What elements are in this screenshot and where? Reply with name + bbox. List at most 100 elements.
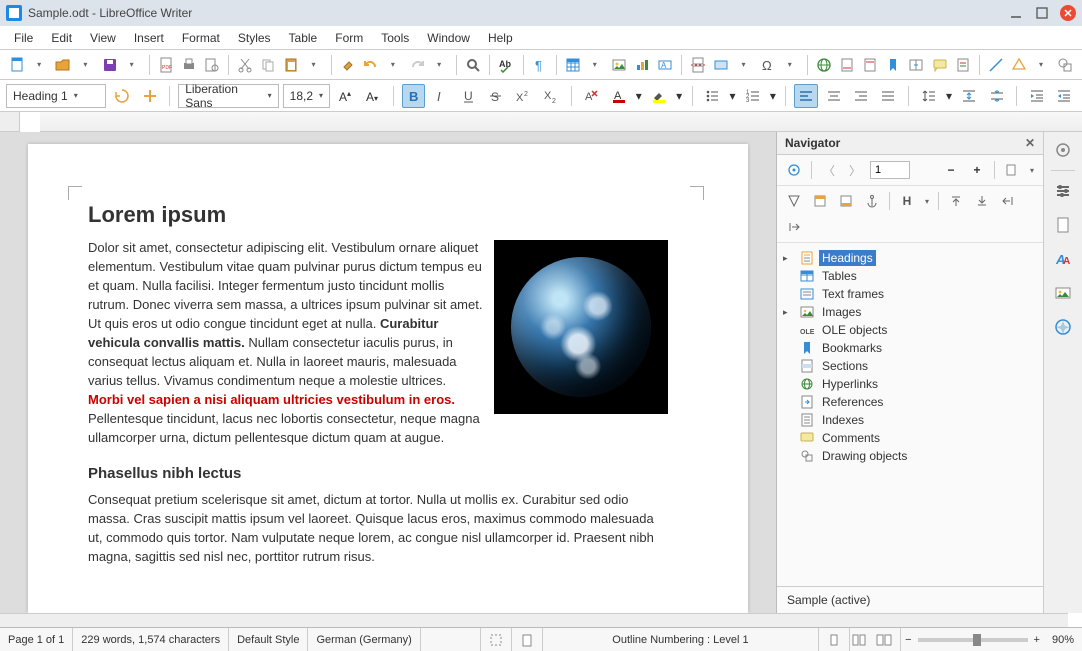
status-insert-mode[interactable]: [421, 628, 481, 651]
font-color-dropdown[interactable]: ▾: [634, 84, 643, 108]
nav-promote-level-button[interactable]: [997, 190, 1019, 212]
insert-comment-button[interactable]: [929, 53, 951, 77]
nav-item-text-frames[interactable]: Text frames: [781, 285, 1039, 303]
highlight-dropdown[interactable]: ▾: [675, 84, 684, 108]
nav-move-up-button[interactable]: [945, 190, 967, 212]
save-dropdown[interactable]: [122, 53, 144, 77]
undo-dropdown[interactable]: [383, 53, 405, 77]
nav-dragmode-button[interactable]: [1001, 159, 1023, 181]
insert-table-dropdown[interactable]: [585, 53, 607, 77]
status-language[interactable]: German (Germany): [308, 628, 420, 651]
nav-prev-button[interactable]: 〈: [818, 159, 840, 181]
insert-cross-ref-button[interactable]: [905, 53, 927, 77]
nav-demote-level-button[interactable]: [783, 216, 805, 238]
bullet-list-button[interactable]: [701, 84, 724, 108]
menu-help[interactable]: Help: [480, 28, 521, 48]
navigator-close-button[interactable]: ✕: [1025, 136, 1035, 150]
print-button[interactable]: [178, 53, 200, 77]
insert-field-dropdown[interactable]: [734, 53, 756, 77]
nav-item-sections[interactable]: Sections: [781, 357, 1039, 375]
gallery-deck-button[interactable]: [1049, 279, 1077, 307]
decrease-indent-button[interactable]: [1053, 84, 1076, 108]
status-view-single[interactable]: [819, 628, 850, 651]
line-button[interactable]: [985, 53, 1007, 77]
basic-shapes-button[interactable]: [1008, 53, 1030, 77]
paragraph-2[interactable]: Consequat pretium scelerisque sit amet, …: [88, 490, 668, 566]
strikethrough-button[interactable]: S: [484, 84, 507, 108]
heading-1[interactable]: Lorem ipsum: [88, 202, 668, 228]
status-page[interactable]: Page 1 of 1: [0, 628, 73, 651]
zoom-percent[interactable]: 90%: [1044, 628, 1082, 651]
grow-font-button[interactable]: A▴: [334, 84, 357, 108]
menu-tools[interactable]: Tools: [373, 28, 417, 48]
zoom-slider[interactable]: [918, 638, 1028, 642]
new-style-button[interactable]: [138, 84, 161, 108]
menu-insert[interactable]: Insert: [126, 28, 172, 48]
page-deck-button[interactable]: [1049, 211, 1077, 239]
sidebar-settings-button[interactable]: [1049, 136, 1077, 164]
minimize-button[interactable]: [1008, 5, 1024, 21]
copy-button[interactable]: [257, 53, 279, 77]
menu-edit[interactable]: Edit: [43, 28, 80, 48]
insert-page-break-button[interactable]: [687, 53, 709, 77]
nav-content-view-button[interactable]: [783, 190, 805, 212]
bold-button[interactable]: B: [402, 84, 426, 108]
menu-view[interactable]: View: [82, 28, 124, 48]
navigator-tree[interactable]: ▸HeadingsTablesText frames▸ImagesOLEOLE …: [777, 243, 1043, 586]
number-list-dropdown[interactable]: ▾: [768, 84, 777, 108]
shrink-font-button[interactable]: A▾: [361, 84, 384, 108]
menu-window[interactable]: Window: [419, 28, 478, 48]
insert-footnote-button[interactable]: [836, 53, 858, 77]
font-color-button[interactable]: A: [607, 84, 630, 108]
subscript-button[interactable]: X2: [539, 84, 562, 108]
nav-item-hyperlinks[interactable]: Hyperlinks: [781, 375, 1039, 393]
line-spacing-dropdown[interactable]: ▾: [945, 84, 954, 108]
horizontal-scrollbar[interactable]: [0, 613, 1068, 627]
nav-item-tables[interactable]: Tables: [781, 267, 1039, 285]
insert-image-button[interactable]: [608, 53, 630, 77]
menu-format[interactable]: Format: [174, 28, 228, 48]
menu-form[interactable]: Form: [327, 28, 371, 48]
track-changes-button[interactable]: [952, 53, 974, 77]
find-button[interactable]: [462, 53, 484, 77]
new-button[interactable]: [6, 53, 28, 77]
highlight-button[interactable]: [647, 84, 670, 108]
justify-button[interactable]: [877, 84, 900, 108]
insert-textbox-button[interactable]: A: [654, 53, 676, 77]
nav-next-button[interactable]: 〉: [844, 159, 866, 181]
nav-page-input[interactable]: [870, 161, 910, 179]
superscript-button[interactable]: X2: [512, 84, 535, 108]
nav-demote-button[interactable]: −: [940, 159, 962, 181]
draw-functions-button[interactable]: [1054, 53, 1076, 77]
clone-format-button[interactable]: [337, 53, 359, 77]
italic-button[interactable]: I: [429, 84, 452, 108]
insert-field-button[interactable]: [710, 53, 732, 77]
formatting-marks-button[interactable]: ¶: [529, 53, 551, 77]
insert-special-char-button[interactable]: Ω: [757, 53, 779, 77]
menu-table[interactable]: Table: [281, 28, 326, 48]
embedded-image[interactable]: [494, 240, 668, 414]
status-view-multi[interactable]: [850, 628, 868, 651]
redo-button[interactable]: [406, 53, 428, 77]
font-size-combo[interactable]: 18,2▾: [283, 84, 330, 108]
navigator-doc-select[interactable]: Sample (active): [777, 586, 1043, 613]
update-style-button[interactable]: [110, 84, 133, 108]
close-button[interactable]: [1060, 5, 1076, 21]
heading-2[interactable]: Phasellus nibh lectus: [88, 465, 668, 482]
nav-item-comments[interactable]: Comments: [781, 429, 1039, 447]
new-dropdown[interactable]: [29, 53, 51, 77]
status-pagestyle[interactable]: Default Style: [229, 628, 308, 651]
redo-dropdown[interactable]: [429, 53, 451, 77]
zoom-out-button[interactable]: −: [905, 634, 911, 646]
insert-bookmark-button[interactable]: [882, 53, 904, 77]
properties-deck-button[interactable]: [1049, 177, 1077, 205]
nav-header-button[interactable]: [809, 190, 831, 212]
nav-move-down-button[interactable]: [971, 190, 993, 212]
basic-shapes-dropdown[interactable]: [1031, 53, 1053, 77]
open-button[interactable]: [52, 53, 74, 77]
nav-item-bookmarks[interactable]: Bookmarks: [781, 339, 1039, 357]
undo-button[interactable]: [360, 53, 382, 77]
underline-button[interactable]: U: [457, 84, 480, 108]
nav-item-references[interactable]: References: [781, 393, 1039, 411]
status-wordcount[interactable]: 229 words, 1,574 characters: [73, 628, 229, 651]
